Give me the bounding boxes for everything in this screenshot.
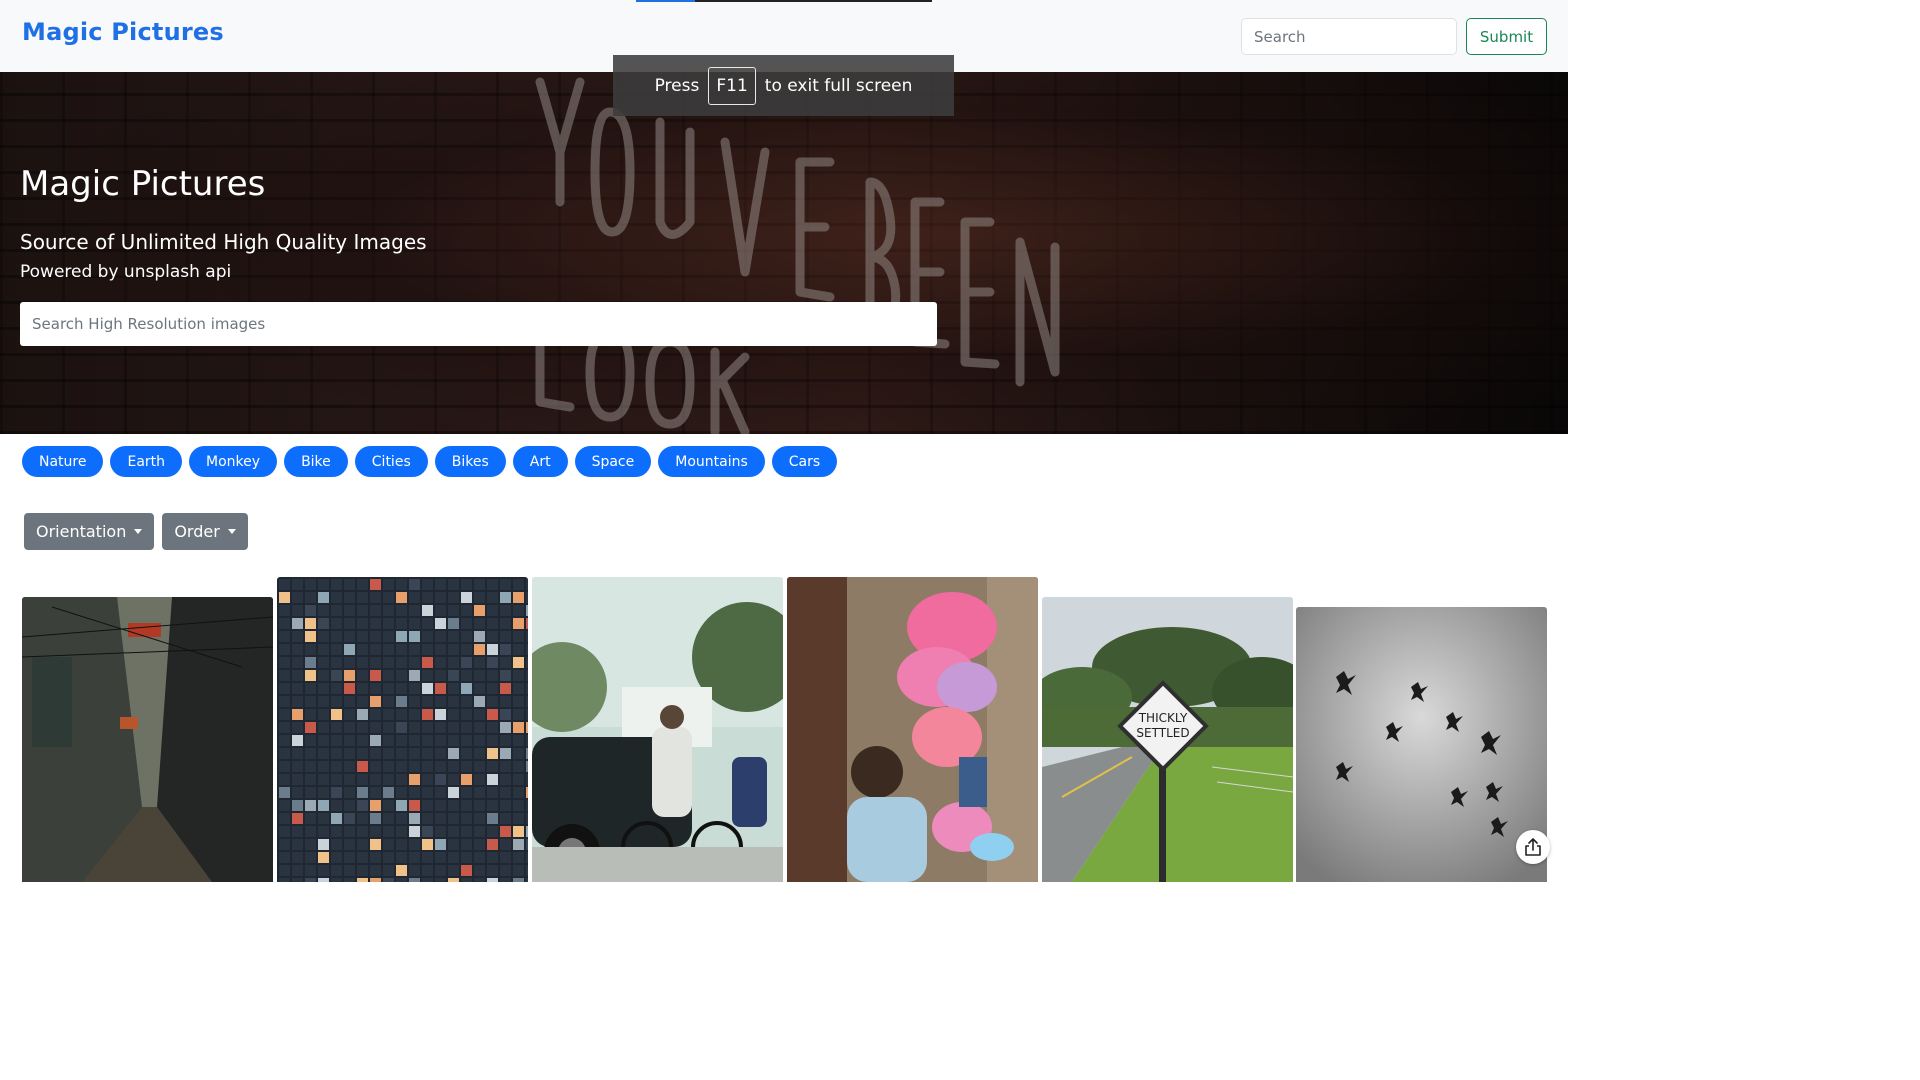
gallery-photo[interactable] bbox=[787, 577, 1038, 882]
tag-bike[interactable]: Bike bbox=[284, 446, 348, 477]
road-sign-text-line2: SETTLED bbox=[1136, 726, 1189, 740]
cyclists-photo-image bbox=[532, 577, 783, 882]
gallery-photo[interactable] bbox=[532, 577, 783, 882]
birds-photo-image bbox=[1296, 607, 1547, 882]
road-sign-photo-image: THICKLY SETTLED bbox=[1042, 597, 1293, 882]
loading-progress-bar bbox=[636, 0, 932, 2]
navbar-brand[interactable]: Magic Pictures bbox=[22, 18, 224, 46]
fullscreen-notice-suffix: to exit full screen bbox=[764, 75, 913, 96]
tag-nature[interactable]: Nature bbox=[22, 446, 104, 477]
mosaic-photo-image bbox=[277, 577, 528, 882]
hero-subtitle: Source of Unlimited High Quality Images bbox=[20, 230, 427, 254]
share-button[interactable] bbox=[1516, 830, 1550, 864]
orientation-dropdown-label: Orientation bbox=[36, 522, 127, 541]
hero-title: Magic Pictures bbox=[20, 164, 266, 204]
navbar-submit-button[interactable]: Submit bbox=[1466, 18, 1547, 55]
fullscreen-exit-notice: Press F11 to exit full screen bbox=[613, 55, 954, 116]
gallery-photo[interactable] bbox=[22, 597, 273, 882]
cotton-candy-photo-image bbox=[787, 577, 1038, 882]
gallery-photo[interactable]: THICKLY SETTLED bbox=[1042, 597, 1293, 882]
tag-earth[interactable]: Earth bbox=[110, 446, 183, 477]
caret-down-icon bbox=[227, 529, 236, 534]
alley-photo-image bbox=[22, 597, 273, 882]
tag-bikes[interactable]: Bikes bbox=[434, 446, 506, 477]
fullscreen-notice-prefix: Press bbox=[654, 75, 700, 96]
hero-search-input[interactable] bbox=[20, 302, 937, 346]
road-sign-text-line1: THICKLY bbox=[1138, 711, 1188, 725]
order-dropdown[interactable]: Order bbox=[162, 513, 248, 550]
orientation-dropdown[interactable]: Orientation bbox=[24, 513, 155, 550]
loading-progress-fill bbox=[636, 0, 696, 2]
tag-cars[interactable]: Cars bbox=[771, 446, 838, 477]
share-icon bbox=[1525, 838, 1541, 856]
order-dropdown-label: Order bbox=[174, 522, 220, 541]
tag-cities[interactable]: Cities bbox=[354, 446, 428, 477]
filter-bar: Orientation Order bbox=[24, 513, 248, 550]
hero-powered-by: Powered by unsplash api bbox=[20, 262, 232, 282]
fullscreen-notice-key: F11 bbox=[708, 66, 756, 105]
tag-list: Nature Earth Monkey Bike Cities Bikes Art Space… bbox=[22, 446, 838, 478]
tag-space[interactable]: Space bbox=[574, 446, 652, 477]
caret-down-icon bbox=[134, 529, 143, 534]
gallery-photo[interactable] bbox=[1296, 607, 1547, 882]
hero-banner: Magic Pictures Source of Unlimited High … bbox=[0, 72, 1568, 434]
tag-art[interactable]: Art bbox=[512, 446, 568, 477]
tag-mountains[interactable]: Mountains bbox=[658, 446, 765, 477]
gallery-photo[interactable] bbox=[277, 577, 528, 882]
navbar-search-input[interactable] bbox=[1241, 18, 1457, 55]
tag-monkey[interactable]: Monkey bbox=[189, 446, 278, 477]
